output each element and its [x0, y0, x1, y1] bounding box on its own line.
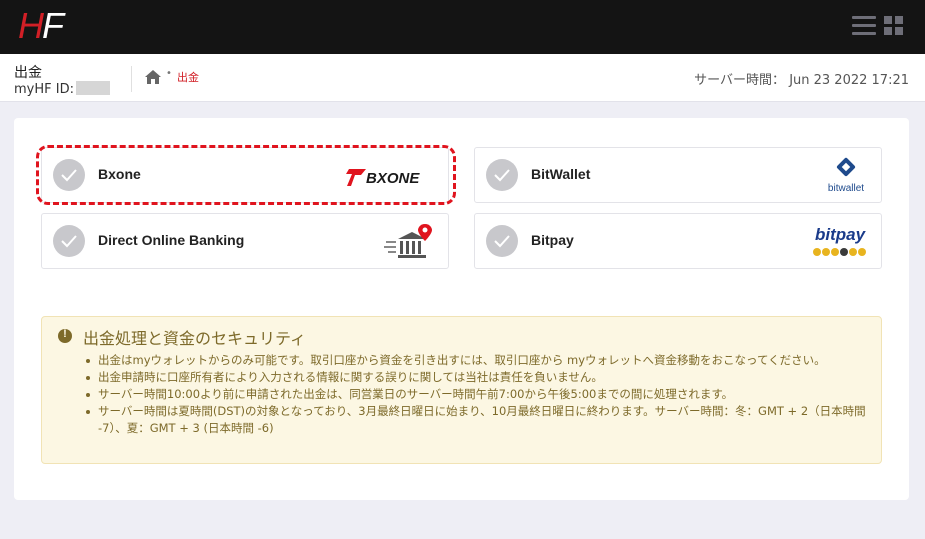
top-bar: HF	[0, 0, 925, 54]
page-title: 出金	[14, 65, 42, 81]
check-icon	[486, 225, 518, 257]
bitpay-logo: bitpay	[811, 222, 869, 262]
bitwallet-logo-text: bitwallet	[828, 183, 864, 194]
server-time: サーバー時間： Jun 23 2022 17:21	[694, 69, 909, 88]
logo-letter-h: H	[18, 5, 44, 46]
method-bitpay[interactable]: Bitpay bitpay	[474, 213, 882, 269]
home-icon[interactable]	[145, 70, 161, 84]
check-icon	[53, 225, 85, 257]
bitpay-logo-text: bitpay	[815, 225, 867, 244]
grid-icon[interactable]	[884, 16, 904, 36]
breadcrumb-separator: •	[166, 68, 172, 79]
hf-logo[interactable]: HF	[18, 5, 64, 46]
security-notice: ! 出金処理と資金のセキュリティ 出金はmyウォレットからのみ可能です。取引口座…	[41, 316, 882, 464]
breadcrumb-current: 出金	[177, 71, 199, 84]
server-time-value: Jun 23 2022 17:21	[789, 73, 909, 88]
method-name: BitWallet	[531, 166, 591, 182]
myhf-id-label: myHF ID:	[14, 82, 74, 97]
alert-icon: !	[58, 328, 72, 343]
method-name: Direct Online Banking	[98, 232, 245, 248]
notice-item: 出金はmyウォレットからのみ可能です。取引口座から資金を引き出すには、取引口座か…	[83, 352, 873, 369]
server-time-label: サーバー時間：	[694, 73, 786, 88]
page-header: 出金 myHF ID: • 出金 サーバー時間： Jun 23 2022 17:…	[0, 54, 925, 102]
selected-highlight	[36, 145, 456, 205]
check-icon	[486, 159, 518, 191]
hamburger-icon[interactable]	[852, 16, 876, 36]
notice-title: 出金処理と資金のセキュリティ	[83, 329, 307, 348]
notice-item: 出金申請時に口座所有者により入力される情報に関する誤りに関しては当社は責任を負い…	[83, 369, 873, 386]
notice-item: サーバー時間は夏時間(DST)の対象となっており、3月最終日曜日に始まり、10月…	[83, 403, 873, 437]
method-name: Bitpay	[531, 232, 574, 248]
notice-item: サーバー時間10:00より前に申請された出金は、同営業日のサーバー時間午前7:0…	[83, 386, 873, 403]
method-direct-online-banking[interactable]: Direct Online Banking	[41, 213, 449, 269]
logo-letter-f: F	[42, 5, 64, 46]
myhf-id-masked-value	[75, 81, 110, 95]
myhf-id: myHF ID:	[14, 81, 110, 97]
notice-list: 出金はmyウォレットからのみ可能です。取引口座から資金を引き出すには、取引口座か…	[83, 352, 873, 437]
withdrawal-card: Bxone BXONE BitWallet bitwallet Direct O…	[14, 118, 909, 500]
bitwallet-logo: bitwallet	[823, 156, 869, 196]
header-divider	[131, 66, 132, 92]
bank-icon	[384, 222, 436, 262]
method-bitwallet[interactable]: BitWallet bitwallet	[474, 147, 882, 203]
